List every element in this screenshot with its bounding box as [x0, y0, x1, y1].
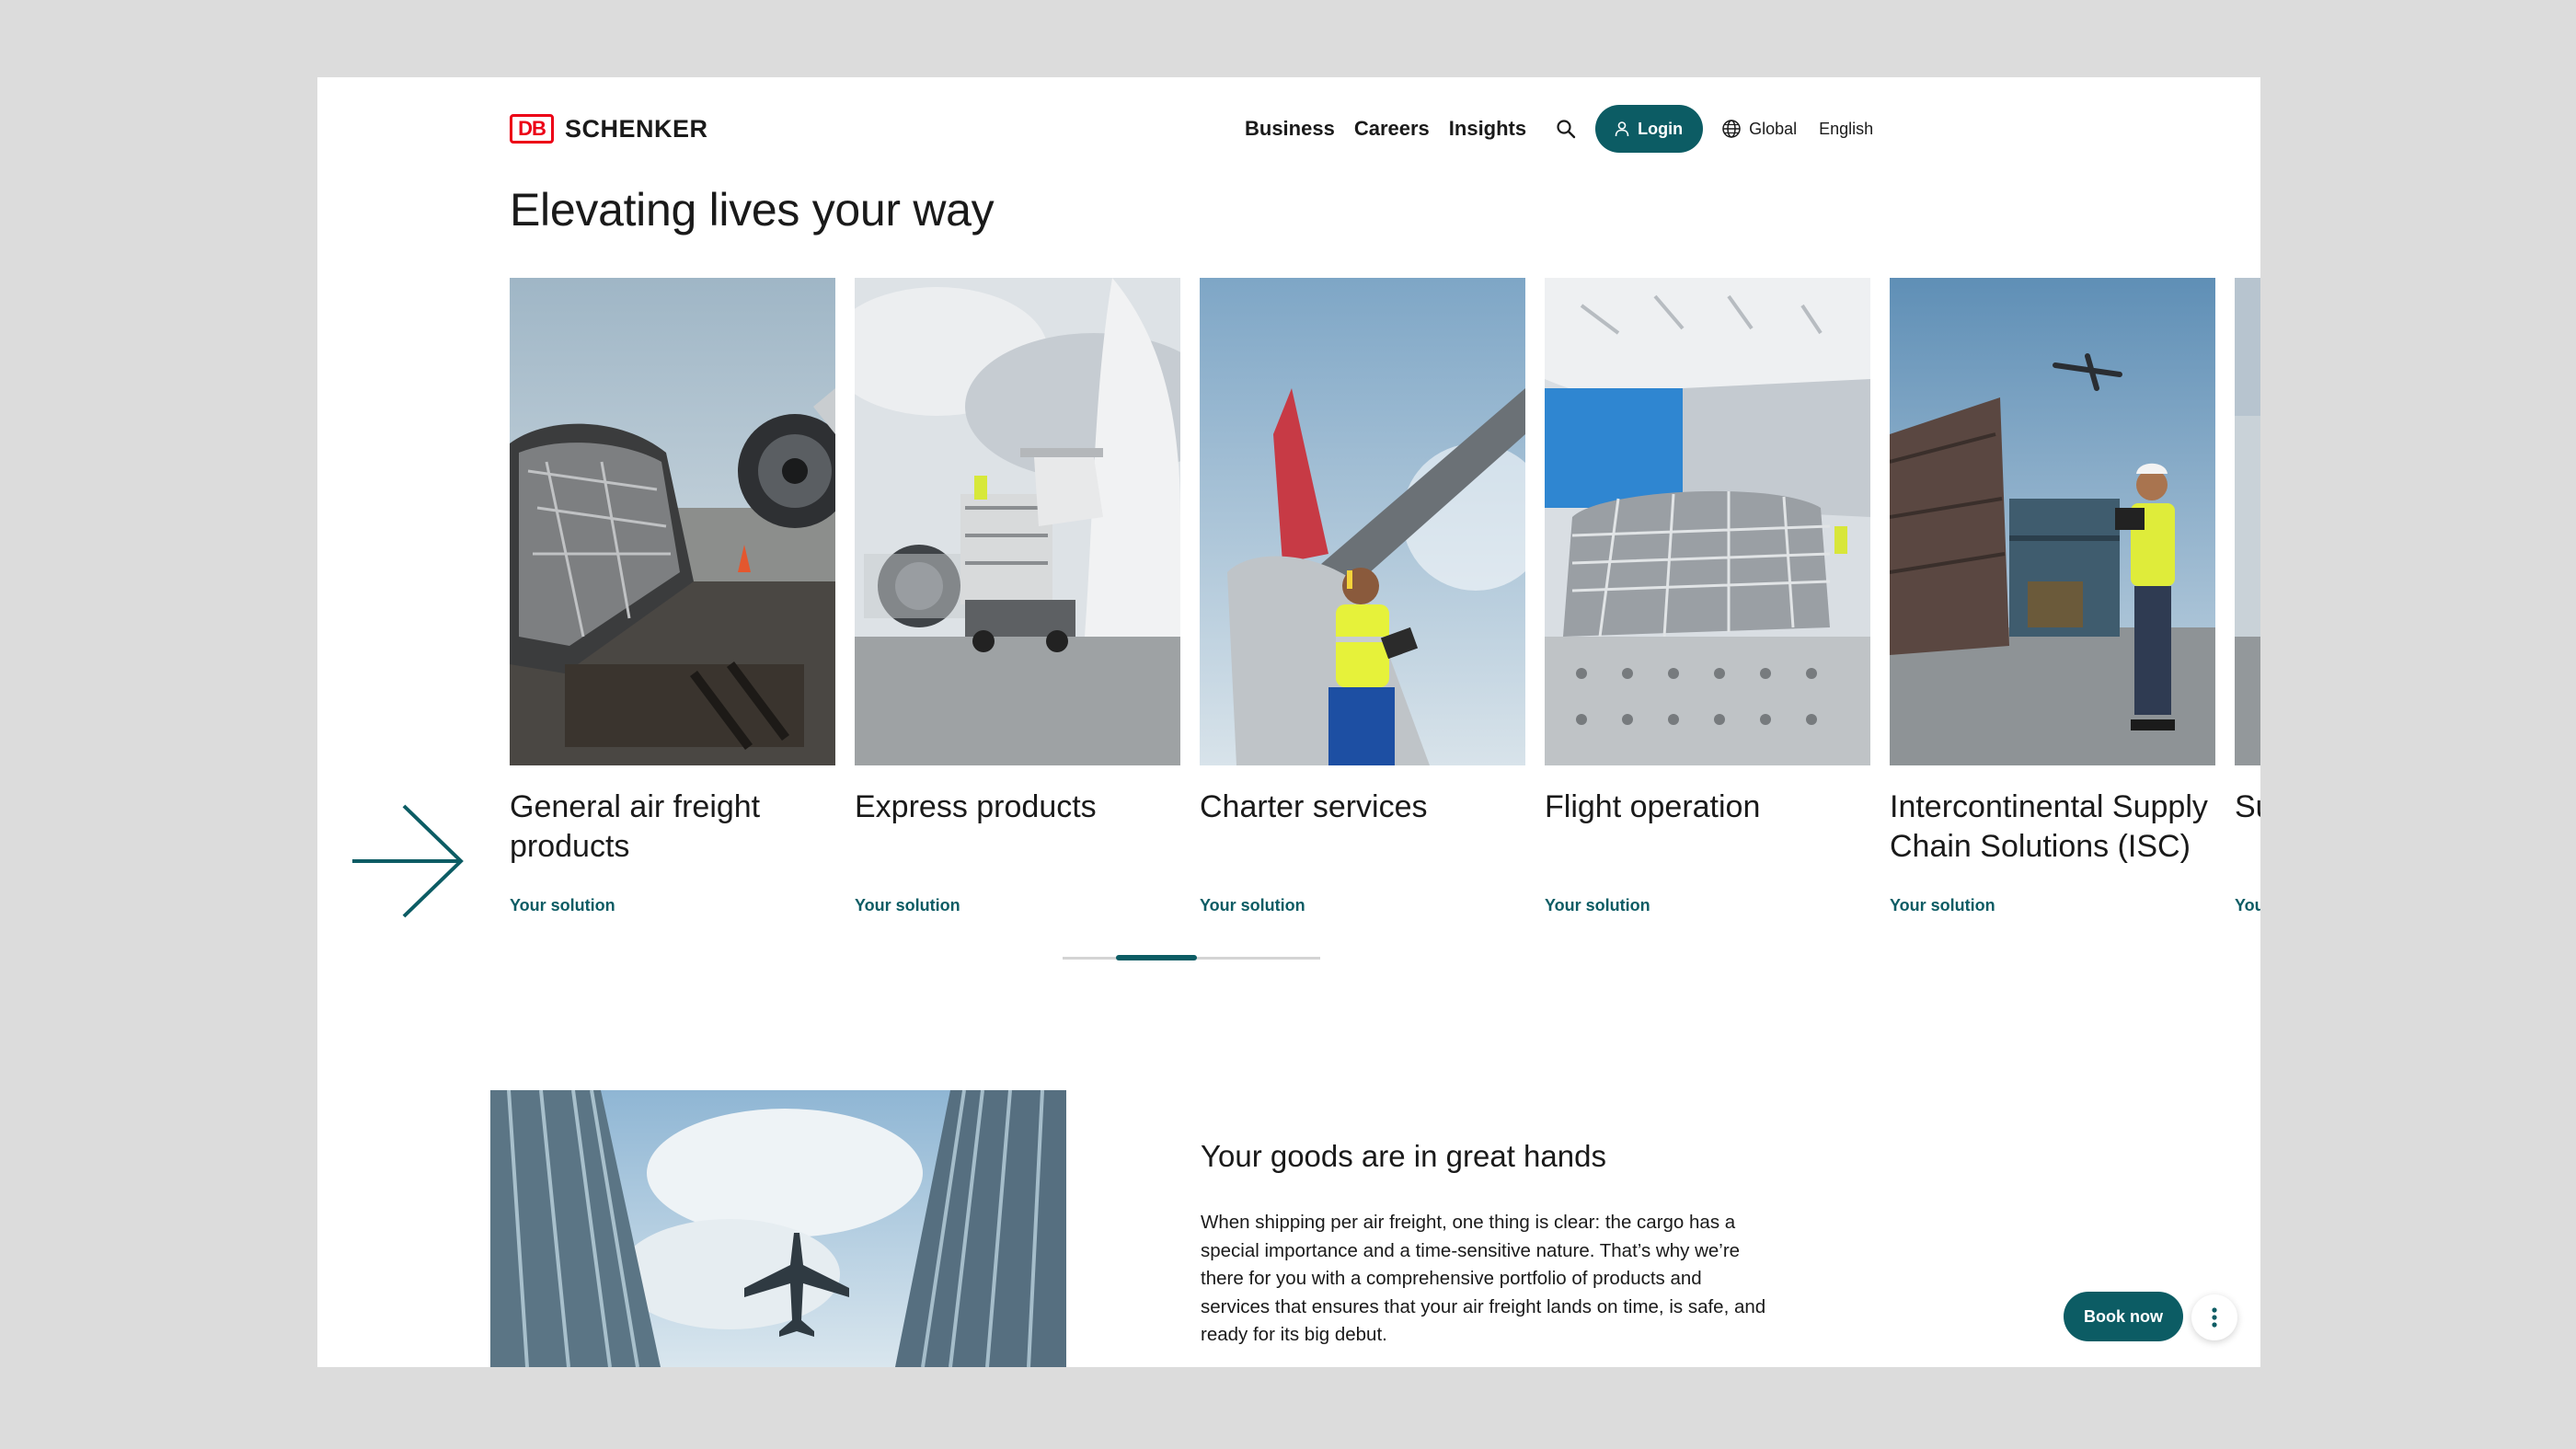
language-selector[interactable]: English — [1819, 120, 1873, 139]
card-link[interactable]: Your solution — [1545, 896, 1870, 915]
card-image-loader-aircraft — [855, 278, 1180, 765]
card-title: Intercontinental Supply Chain Solutions … — [1890, 789, 2208, 864]
card-link[interactable]: Your solution — [1890, 896, 2215, 915]
card-link[interactable]: Your solution — [1200, 896, 1525, 915]
card-title: Charter services — [1200, 789, 1428, 824]
card-title: Flight operation — [1545, 789, 1761, 824]
card-title: General air freight products — [510, 789, 761, 864]
card-title: Supply chain freight — [2235, 789, 2260, 824]
nav-careers[interactable]: Careers — [1354, 117, 1430, 141]
arrow-right-icon[interactable] — [351, 804, 465, 918]
more-options-button[interactable] — [2191, 1294, 2237, 1340]
user-icon — [1615, 121, 1629, 137]
book-now-button[interactable]: Book now — [2064, 1292, 2183, 1341]
search-icon — [1557, 120, 1576, 139]
card-title: Express products — [855, 789, 1097, 824]
card-link[interactable]: Your solution — [2235, 896, 2260, 915]
db-logo-mark: DB — [510, 114, 554, 144]
card-image-partial — [2235, 278, 2260, 765]
section-body: When shipping per air freight, one thing… — [1201, 1212, 1766, 1345]
region-label: Global — [1749, 119, 1798, 138]
card-image-container-yard — [1890, 278, 2215, 765]
logo-name: SCHENKER — [565, 114, 708, 143]
card-image-charter-worker — [1200, 278, 1525, 765]
solution-card-general-air-freight[interactable]: General air freight products Your soluti… — [510, 278, 835, 915]
login-button[interactable]: Login — [1595, 105, 1704, 153]
solution-card-supply-chain[interactable]: Supply chain freight Your solution — [2235, 278, 2260, 915]
card-image-cargo-hold — [1545, 278, 1870, 765]
main-navigation: Business Careers Insights Login Global E… — [1245, 105, 1873, 153]
search-button[interactable] — [1549, 112, 1582, 145]
card-link[interactable]: Your solution — [855, 896, 1180, 915]
db-schenker-logo[interactable]: DB SCHENKER — [510, 112, 708, 145]
solution-card-express[interactable]: Express products Your solution — [855, 278, 1180, 915]
solution-card-isc[interactable]: Intercontinental Supply Chain Solutions … — [1890, 278, 2215, 915]
nav-insights[interactable]: Insights — [1449, 117, 1526, 141]
airplane-between-buildings-image — [490, 1090, 1066, 1367]
browser-viewport: DB SCHENKER Business Careers Insights Lo… — [317, 77, 2260, 1367]
page-title: Elevating lives your way — [510, 184, 995, 236]
carousel-progress-thumb[interactable] — [1115, 955, 1197, 960]
solution-card-charter[interactable]: Charter services Your solution — [1200, 278, 1525, 915]
region-selector[interactable]: Global — [1721, 119, 1797, 139]
nav-business[interactable]: Business — [1245, 117, 1335, 141]
card-image-cargo-pallet — [510, 278, 835, 765]
solution-card-flight-operation[interactable]: Flight operation Your solution — [1545, 278, 1870, 915]
section-title: Your goods are in great hands — [1201, 1139, 1606, 1173]
globe-icon — [1722, 120, 1741, 138]
card-link[interactable]: Your solution — [510, 896, 835, 915]
more-vertical-icon — [2212, 1307, 2217, 1328]
login-label: Login — [1638, 119, 1684, 138]
